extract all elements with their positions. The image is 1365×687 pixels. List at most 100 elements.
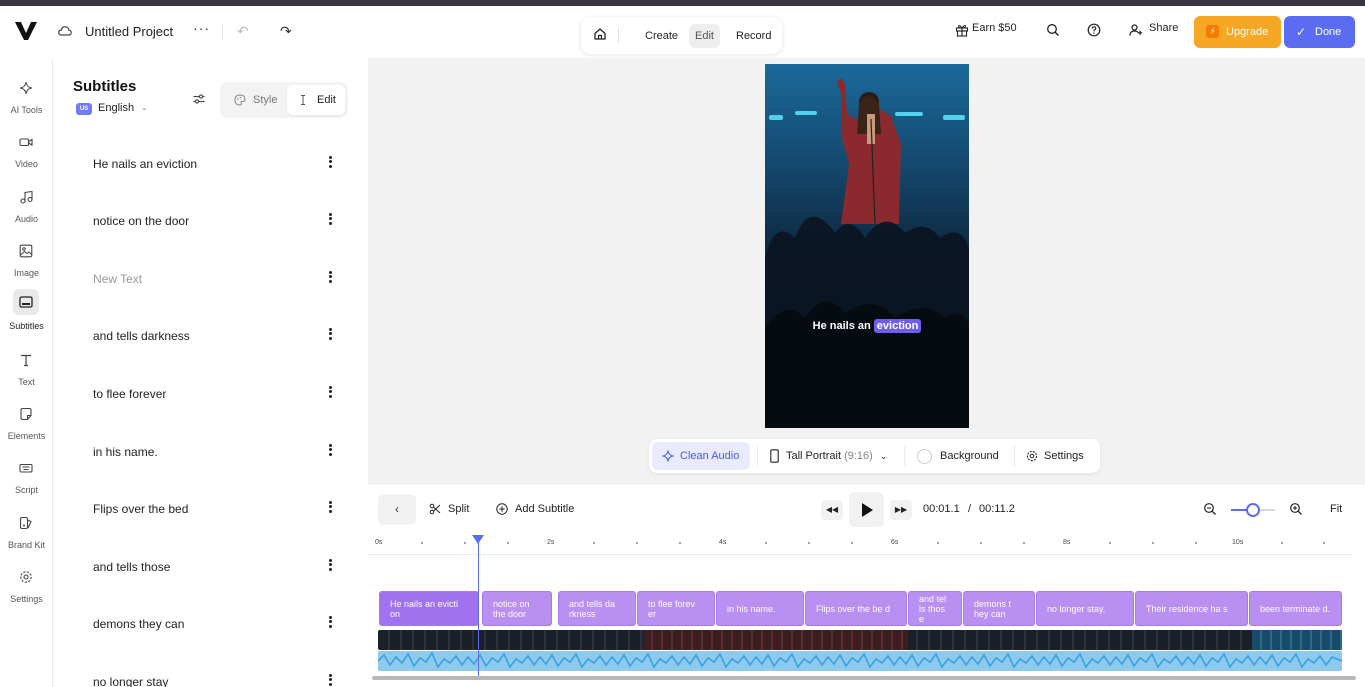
subtitle-clip[interactable]: and tells da rkness — [558, 591, 636, 626]
nav-item-settings[interactable]: Settings — [0, 564, 53, 616]
nav-item-video[interactable]: Video — [0, 129, 53, 181]
nav-item-text[interactable]: Text — [0, 347, 53, 399]
time-ruler[interactable]: 0s 2s 4s 6s 8s 10s — [368, 535, 1353, 555]
kebab-menu-icon[interactable] — [327, 614, 333, 632]
subtitle-row[interactable]: New Text — [73, 259, 348, 299]
upgrade-button[interactable]: ⚡ Upgrade — [1194, 16, 1281, 48]
video-track[interactable] — [378, 630, 1342, 650]
subtitle-clip[interactable]: no longer stay. — [1036, 591, 1134, 626]
background-button[interactable]: Background — [913, 442, 1013, 470]
sliders-icon[interactable] — [192, 92, 206, 106]
mode-record-button[interactable]: Record — [730, 24, 777, 48]
subtitle-text[interactable]: notice on the door — [93, 214, 189, 228]
nav-item-brand-kit[interactable]: Brand Kit — [0, 510, 53, 562]
kebab-menu-icon[interactable] — [327, 499, 333, 517]
veed-logo-icon[interactable] — [14, 20, 38, 42]
more-options-icon[interactable]: ··· — [193, 20, 210, 36]
collapse-timeline-button[interactable]: ‹ — [378, 494, 416, 525]
undo-icon[interactable]: ↶ — [237, 23, 249, 40]
subtitle-row[interactable]: and tells those — [73, 547, 348, 587]
subtitle-clip[interactable]: to flee forev er — [637, 591, 715, 626]
clean-audio-button[interactable]: Clean Audio — [652, 442, 750, 470]
chevron-down-icon[interactable]: ⌄ — [141, 103, 148, 112]
tab-style[interactable]: Style — [224, 85, 286, 115]
subtitle-row[interactable]: in his name. — [73, 432, 348, 472]
subtitle-clip[interactable]: demons t hey can — [963, 591, 1035, 626]
help-icon[interactable] — [1087, 23, 1101, 37]
subtitle-row[interactable]: He nails an eviction — [73, 144, 348, 184]
play-button[interactable] — [849, 492, 884, 527]
preview-canvas: He nails an eviction Clean Audio Tall Po… — [368, 58, 1365, 485]
kebab-menu-icon[interactable] — [327, 384, 333, 402]
kebab-menu-icon[interactable] — [327, 211, 333, 229]
redo-icon[interactable]: ↷ — [280, 23, 292, 40]
kebab-menu-icon[interactable] — [327, 269, 333, 287]
subtitle-clip[interactable]: He nails an evicti on — [379, 591, 479, 626]
add-subtitle-button[interactable]: Add Subtitle — [496, 503, 574, 515]
project-title[interactable]: Untitled Project — [85, 24, 173, 39]
kebab-menu-icon[interactable] — [327, 557, 333, 575]
clip-text: no longer stay. — [1047, 603, 1106, 614]
nav-item-script[interactable]: Script — [0, 455, 53, 507]
divider — [222, 24, 223, 40]
subtitle-text[interactable]: He nails an eviction — [93, 157, 197, 171]
mode-create-button[interactable]: Create — [639, 24, 684, 48]
earn-link[interactable]: Earn $50 — [972, 22, 1017, 34]
split-button[interactable]: Split — [429, 503, 469, 515]
subtitle-row[interactable]: Flips over the bed — [73, 489, 348, 529]
subtitle-clip[interactable]: Their residence ha s — [1135, 591, 1248, 626]
home-icon[interactable] — [593, 27, 607, 41]
kebab-menu-icon[interactable] — [327, 672, 333, 687]
audio-waveform-track[interactable] — [378, 651, 1342, 671]
playhead[interactable] — [478, 537, 479, 677]
ruler-tick — [1195, 542, 1197, 544]
subtitle-clip[interactable]: in his name. — [716, 591, 804, 626]
subtitle-text[interactable]: in his name. — [93, 445, 158, 459]
subtitle-clip[interactable]: Flips over the be d — [805, 591, 907, 626]
gear-icon — [20, 571, 32, 583]
nav-item-ai-tools[interactable]: AI Tools — [0, 75, 53, 127]
nav-item-image[interactable]: Image — [0, 238, 53, 290]
video-caption[interactable]: He nails an eviction — [765, 319, 969, 333]
subtitle-text[interactable]: and tells those — [93, 560, 170, 574]
subtitle-text[interactable]: no longer stay — [93, 675, 168, 687]
subtitle-clip[interactable]: and tel ls thos e — [908, 591, 962, 626]
aspect-ratio-select[interactable]: Tall Portrait (9:16) ⌄ — [766, 442, 896, 470]
kebab-menu-icon[interactable] — [327, 154, 333, 172]
subtitle-row[interactable]: demons they can — [73, 604, 348, 644]
nav-item-audio[interactable]: Audio — [0, 184, 53, 236]
gear-icon — [1026, 450, 1038, 462]
language-selector[interactable]: English — [98, 102, 134, 114]
kebab-menu-icon[interactable] — [327, 326, 333, 344]
preview-settings-button[interactable]: Settings — [1026, 442, 1098, 470]
fast-forward-button[interactable]: ▶▶ — [890, 500, 912, 520]
subtitle-row[interactable]: and tells darkness — [73, 316, 348, 356]
done-button[interactable]: ✓ Done — [1284, 16, 1355, 48]
nav-item-elements[interactable]: Elements — [0, 401, 53, 453]
mode-edit-button[interactable]: Edit — [689, 24, 720, 48]
nav-item-subtitles[interactable]: Subtitles — [0, 289, 53, 341]
caption-text: He nails an — [812, 320, 871, 332]
zoom-slider-handle[interactable] — [1246, 503, 1260, 517]
subtitle-clip[interactable]: been terminate d. — [1249, 591, 1342, 626]
subtitle-row[interactable]: no longer stay — [73, 662, 348, 687]
zoom-out-icon[interactable] — [1203, 502, 1217, 516]
tab-edit[interactable]: Edit — [287, 85, 345, 115]
video-preview[interactable]: He nails an eviction — [765, 64, 969, 428]
rewind-button[interactable]: ◀◀ — [821, 500, 843, 520]
subtitle-row[interactable]: to flee forever — [73, 374, 348, 414]
subtitle-text[interactable]: demons they can — [93, 617, 184, 631]
subtitle-text[interactable]: New Text — [93, 272, 142, 286]
subtitle-text[interactable]: to flee forever — [93, 387, 166, 401]
subtitle-row[interactable]: notice on the door — [73, 201, 348, 241]
subtitle-text[interactable]: Flips over the bed — [93, 502, 188, 516]
timeline-scrollbar[interactable] — [372, 676, 1356, 680]
fit-button[interactable]: Fit — [1330, 503, 1342, 515]
plus-circle-icon — [496, 503, 508, 515]
zoom-in-icon[interactable] — [1289, 502, 1303, 516]
share-button[interactable]: Share — [1149, 22, 1178, 34]
subtitle-clip[interactable]: notice on the door — [482, 591, 552, 626]
subtitle-text[interactable]: and tells darkness — [93, 329, 190, 343]
search-icon[interactable] — [1046, 23, 1060, 37]
kebab-menu-icon[interactable] — [327, 442, 333, 460]
